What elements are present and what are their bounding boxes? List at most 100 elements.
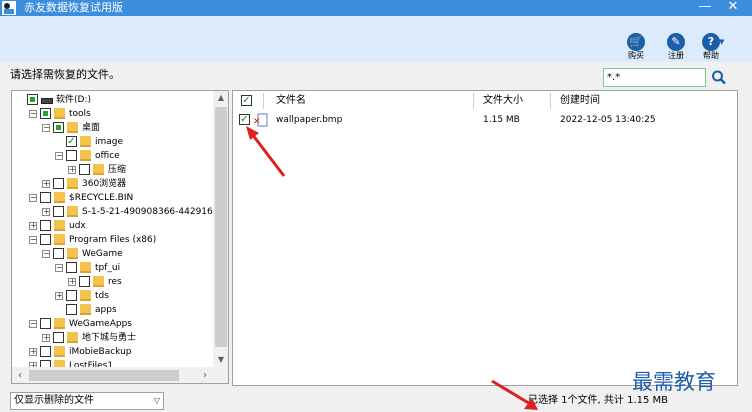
tree-node-label: $RECYCLE.BIN (69, 193, 134, 203)
expand-icon[interactable]: + (68, 166, 76, 174)
tree-node-label: 360浏览器 (82, 179, 127, 189)
watermark-text: 最需教育 (632, 370, 716, 394)
tree-node-checkbox[interactable] (53, 248, 64, 259)
folder-icon (93, 276, 104, 287)
scroll-left-icon[interactable]: ‹ (12, 367, 28, 383)
collapse-icon[interactable]: − (55, 264, 63, 272)
collapse-icon[interactable]: − (29, 110, 37, 118)
tree-node-checkbox[interactable]: ✓ (66, 136, 77, 147)
expand-icon[interactable]: + (29, 222, 37, 230)
folder-icon (54, 234, 65, 245)
scroll-up-icon[interactable]: ▲ (213, 91, 228, 105)
expand-icon[interactable]: + (55, 292, 63, 300)
expand-icon[interactable]: + (42, 208, 50, 216)
drive-icon (41, 98, 53, 104)
tree-node-label: apps (95, 305, 117, 315)
tree-node-checkbox[interactable] (40, 192, 51, 203)
tree-node-label: 地下城与勇士 (82, 333, 137, 343)
folder-icon (67, 178, 78, 189)
tree-node-label: Program Files (x86) (69, 235, 157, 245)
tree-vertical-scrollbar[interactable]: ▲ ▼ (213, 91, 228, 367)
tree-node-label: office (95, 151, 120, 161)
tree-node-checkbox[interactable] (40, 318, 51, 329)
search-icon[interactable] (710, 68, 728, 87)
cart-icon: 🛒 (627, 33, 645, 51)
collapse-icon[interactable]: − (42, 124, 50, 132)
expand-icon[interactable]: + (42, 334, 50, 342)
select-all-checkbox[interactable]: ✓ (241, 95, 252, 106)
toolbar: 🛒 购买 ✎ 注册 ? ▼ 帮助 (0, 16, 752, 62)
buy-button[interactable]: 🛒 购买 (622, 33, 650, 63)
tree-horizontal-scrollbar[interactable]: ‹ › (12, 367, 228, 383)
tree-node-checkbox[interactable] (40, 108, 51, 119)
expand-icon[interactable]: + (42, 180, 50, 188)
tree-node-label: tpf_ui (95, 263, 121, 273)
expand-icon[interactable]: + (68, 278, 76, 286)
tree-node-label: WeGame (82, 249, 123, 259)
tree-node-checkbox[interactable] (40, 346, 51, 357)
tree-node-label: iMobieBackup (69, 347, 132, 357)
app-logo-icon (2, 1, 16, 15)
close-button[interactable]: ✕ (722, 0, 744, 16)
tree-node-label: tds (95, 291, 109, 301)
folder-icon (54, 192, 65, 203)
folder-icon (54, 220, 65, 231)
view-filter-value: 仅显示删除的文件 (14, 395, 94, 406)
folder-icon (67, 248, 78, 259)
column-divider (550, 93, 551, 109)
tree-node-label: tools (69, 109, 91, 119)
tree-node-label: 桌面 (82, 123, 101, 133)
tree-node-label: S-1-5-21-490908366-44291668 (82, 207, 225, 217)
column-divider (473, 93, 474, 109)
collapse-icon[interactable]: − (29, 236, 37, 244)
help-label: 帮助 (703, 51, 719, 60)
column-header-name[interactable]: 文件名 (276, 91, 306, 111)
tree-node-checkbox[interactable] (79, 164, 90, 175)
tree-node-checkbox[interactable] (66, 150, 77, 161)
scroll-thumb[interactable] (215, 107, 227, 347)
collapse-icon[interactable]: − (55, 152, 63, 160)
help-button[interactable]: ? ▼ 帮助 (697, 33, 725, 63)
instruction-text: 请选择需恢复的文件。 (10, 68, 120, 81)
file-list[interactable]: ✓ 文件名 文件大小 创建时间 ✓ ✕ wallpaper.bmp 1.15 M… (232, 90, 738, 386)
register-button[interactable]: ✎ 注册 (662, 33, 690, 63)
tree-node-checkbox[interactable] (79, 276, 90, 287)
minimize-button[interactable]: — (694, 0, 716, 16)
tree-node-label: res (108, 277, 122, 287)
chevron-down-icon: ▽ (153, 396, 160, 405)
folder-tree[interactable]: 软件(D:) − tools − 桌面 ✓ image − office + 压缩 +360浏览器 − $… (11, 90, 229, 384)
scroll-down-icon[interactable]: ▼ (213, 353, 228, 367)
tree-node-checkbox[interactable] (27, 94, 38, 105)
expand-icon[interactable]: + (29, 348, 37, 356)
tree-node-label: 软件(D:) (56, 95, 91, 105)
tree-node-checkbox[interactable] (53, 206, 64, 217)
tree-node-checkbox[interactable] (40, 220, 51, 231)
collapse-icon[interactable]: − (29, 320, 37, 328)
tree-node-label: WeGameApps (69, 319, 132, 329)
tree-node-checkbox[interactable] (53, 332, 64, 343)
tree-node-checkbox[interactable] (66, 304, 77, 315)
help-icon: ? (702, 33, 720, 51)
tree-node-checkbox[interactable] (66, 262, 77, 273)
collapse-icon[interactable]: − (42, 250, 50, 258)
title-bar: 赤友数据恢复试用版 — ✕ (0, 0, 752, 16)
filename-filter-input[interactable] (603, 68, 706, 87)
view-filter-select[interactable]: 仅显示删除的文件 ▽ (10, 392, 164, 410)
folder-icon (54, 318, 65, 329)
column-header-size[interactable]: 文件大小 (483, 91, 523, 111)
tree-node-checkbox[interactable] (66, 290, 77, 301)
tree-node-checkbox[interactable] (53, 178, 64, 189)
folder-icon (80, 150, 91, 161)
folder-icon (93, 164, 104, 175)
tree-node-checkbox[interactable] (40, 234, 51, 245)
scroll-thumb-horizontal[interactable] (29, 370, 179, 381)
annotation-arrow-icon (491, 379, 538, 410)
tree-node-checkbox[interactable] (53, 122, 64, 133)
column-header-created[interactable]: 创建时间 (560, 91, 600, 111)
register-label: 注册 (668, 51, 684, 60)
folder-icon (80, 290, 91, 301)
folder-icon (54, 108, 65, 119)
collapse-icon[interactable]: − (29, 194, 37, 202)
column-divider (263, 93, 264, 109)
scroll-right-icon[interactable]: › (197, 367, 213, 383)
